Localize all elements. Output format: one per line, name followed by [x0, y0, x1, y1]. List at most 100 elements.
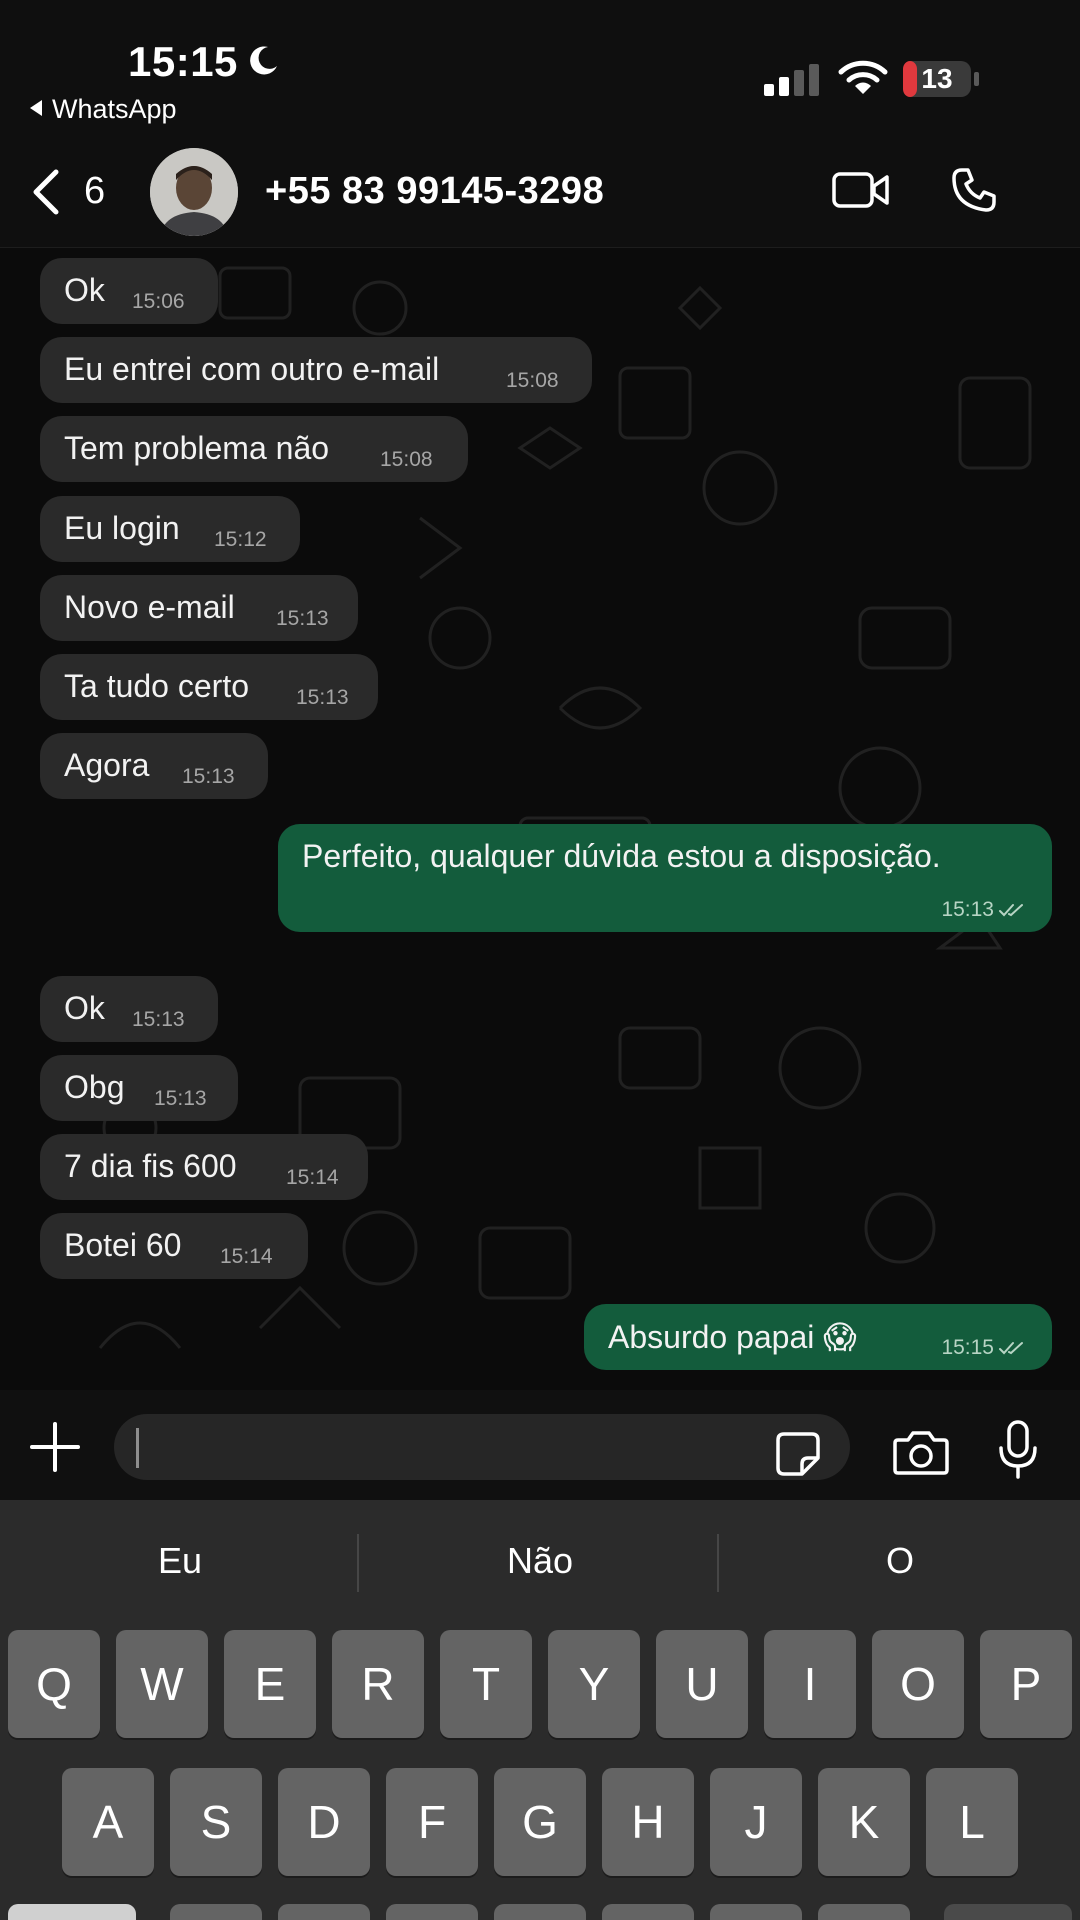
double-check-icon [999, 1342, 1023, 1355]
battery-level: 13 [921, 63, 953, 94]
message-text: Botei 60 [64, 1227, 182, 1263]
key-partial[interactable] [494, 1904, 586, 1920]
microphone-icon[interactable] [998, 1420, 1038, 1480]
key-q[interactable]: Q [8, 1630, 100, 1738]
key-backspace[interactable] [944, 1904, 1072, 1920]
suggestion-bar: Eu Não O [0, 1500, 1080, 1628]
signal-icon [764, 64, 819, 96]
key-e[interactable]: E [224, 1630, 316, 1738]
message-text: Ok [64, 990, 105, 1026]
key-a[interactable]: A [62, 1768, 154, 1876]
key-g[interactable]: G [494, 1768, 586, 1876]
message-time: 15:13 [154, 1087, 207, 1110]
message-bubble[interactable]: Novo e-mail 15:13 [40, 575, 358, 641]
wifi-icon [838, 60, 888, 94]
message-bubble[interactable]: Ok 15:13 [40, 976, 218, 1042]
message-bubble[interactable]: Tem problema não 15:08 [40, 416, 468, 482]
message-time: 15:06 [132, 290, 185, 313]
key-d[interactable]: D [278, 1768, 370, 1876]
chat-area[interactable]: Ok 15:06 Eu entrei com outro e-mail 15:0… [0, 248, 1080, 1390]
message-bubble[interactable]: Botei 60 15:14 [40, 1213, 308, 1279]
message-bubble[interactable]: 7 dia fis 600 15:14 [40, 1134, 368, 1200]
message-time: 15:13 [132, 1008, 185, 1031]
message-text: Agora [64, 747, 150, 783]
key-f[interactable]: F [386, 1768, 478, 1876]
avatar[interactable] [150, 148, 238, 236]
key-partial[interactable] [818, 1904, 910, 1920]
message-bubble[interactable]: Obg 15:13 [40, 1055, 238, 1121]
message-bubble[interactable]: Ok 15:06 [40, 258, 218, 324]
message-time: 15:15 [941, 1336, 1028, 1360]
key-r[interactable]: R [332, 1630, 424, 1738]
key-partial[interactable] [278, 1904, 370, 1920]
message-bubble-outgoing[interactable]: Absurdo papai 😱 15:15 [584, 1304, 1052, 1370]
unread-count[interactable]: 6 [84, 170, 105, 213]
contact-name[interactable]: +55 83 99145-3298 [265, 170, 604, 213]
message-time: 15:13 [941, 898, 1028, 922]
message-bubble[interactable]: Eu login 15:12 [40, 496, 300, 562]
key-o[interactable]: O [872, 1630, 964, 1738]
camera-icon[interactable] [892, 1428, 950, 1476]
message-text: Absurdo papai 😱 [608, 1319, 857, 1355]
plus-icon[interactable] [30, 1422, 80, 1472]
message-time: 15:14 [286, 1166, 339, 1189]
suggestion-divider [717, 1534, 719, 1592]
message-text: Ok [64, 272, 105, 308]
message-time: 15:08 [506, 369, 559, 392]
message-bubble[interactable]: Eu entrei com outro e-mail 15:08 [40, 337, 592, 403]
key-shift[interactable] [8, 1904, 136, 1920]
back-to-app-link[interactable]: WhatsApp [30, 94, 177, 125]
message-text: Tem problema não [64, 430, 330, 466]
message-time-value: 15:15 [941, 1336, 994, 1359]
back-app-label: WhatsApp [52, 94, 177, 124]
key-y[interactable]: Y [548, 1630, 640, 1738]
phone-call-icon[interactable] [950, 166, 998, 214]
message-bubble[interactable]: Agora 15:13 [40, 733, 268, 799]
key-partial[interactable] [386, 1904, 478, 1920]
message-time: 15:08 [380, 448, 433, 471]
double-check-icon [999, 904, 1023, 917]
message-text: Eu login [64, 510, 180, 546]
status-time: 15:15 [128, 38, 238, 85]
back-chevron-icon[interactable] [28, 168, 62, 216]
message-time: 15:13 [182, 765, 235, 788]
moon-icon [250, 46, 277, 75]
chat-header: 6 +55 83 99145-3298 [0, 130, 1080, 248]
key-partial[interactable] [602, 1904, 694, 1920]
key-t[interactable]: T [440, 1630, 532, 1738]
message-time: 15:12 [214, 528, 267, 551]
key-l[interactable]: L [926, 1768, 1018, 1876]
message-text: Ta tudo certo [64, 668, 249, 704]
key-partial[interactable] [170, 1904, 262, 1920]
sticker-icon[interactable] [774, 1430, 822, 1478]
key-j[interactable]: J [710, 1768, 802, 1876]
key-w[interactable]: W [116, 1630, 208, 1738]
message-text: Obg [64, 1069, 125, 1105]
key-h[interactable]: H [602, 1768, 694, 1876]
message-bubble-outgoing[interactable]: Perfeito, qualquer dúvida estou a dispos… [278, 824, 1052, 932]
key-u[interactable]: U [656, 1630, 748, 1738]
message-input-bar [0, 1390, 1080, 1500]
video-call-icon[interactable] [832, 170, 890, 210]
key-partial[interactable] [710, 1904, 802, 1920]
status-bar: 15:15 WhatsApp 13 [0, 0, 1080, 130]
key-k[interactable]: K [818, 1768, 910, 1876]
text-caret [136, 1428, 139, 1468]
message-time: 15:14 [220, 1245, 273, 1268]
message-bubble[interactable]: Ta tudo certo 15:13 [40, 654, 378, 720]
suggestion-3[interactable]: O [750, 1540, 1050, 1582]
message-time-value: 15:13 [941, 898, 994, 921]
keyboard: Eu Não O Q W E R T Y U I O P A S D F G H… [0, 1500, 1080, 1920]
message-text: Novo e-mail [64, 589, 235, 625]
message-time: 15:13 [296, 686, 349, 709]
message-input[interactable] [114, 1414, 850, 1480]
suggestion-1[interactable]: Eu [30, 1540, 330, 1582]
message-time: 15:13 [276, 607, 329, 630]
key-i[interactable]: I [764, 1630, 856, 1738]
message-text: 7 dia fis 600 [64, 1148, 237, 1184]
suggestion-divider [357, 1534, 359, 1592]
message-text: Perfeito, qualquer dúvida estou a dispos… [302, 838, 941, 874]
key-p[interactable]: P [980, 1630, 1072, 1738]
suggestion-2[interactable]: Não [390, 1540, 690, 1582]
key-s[interactable]: S [170, 1768, 262, 1876]
